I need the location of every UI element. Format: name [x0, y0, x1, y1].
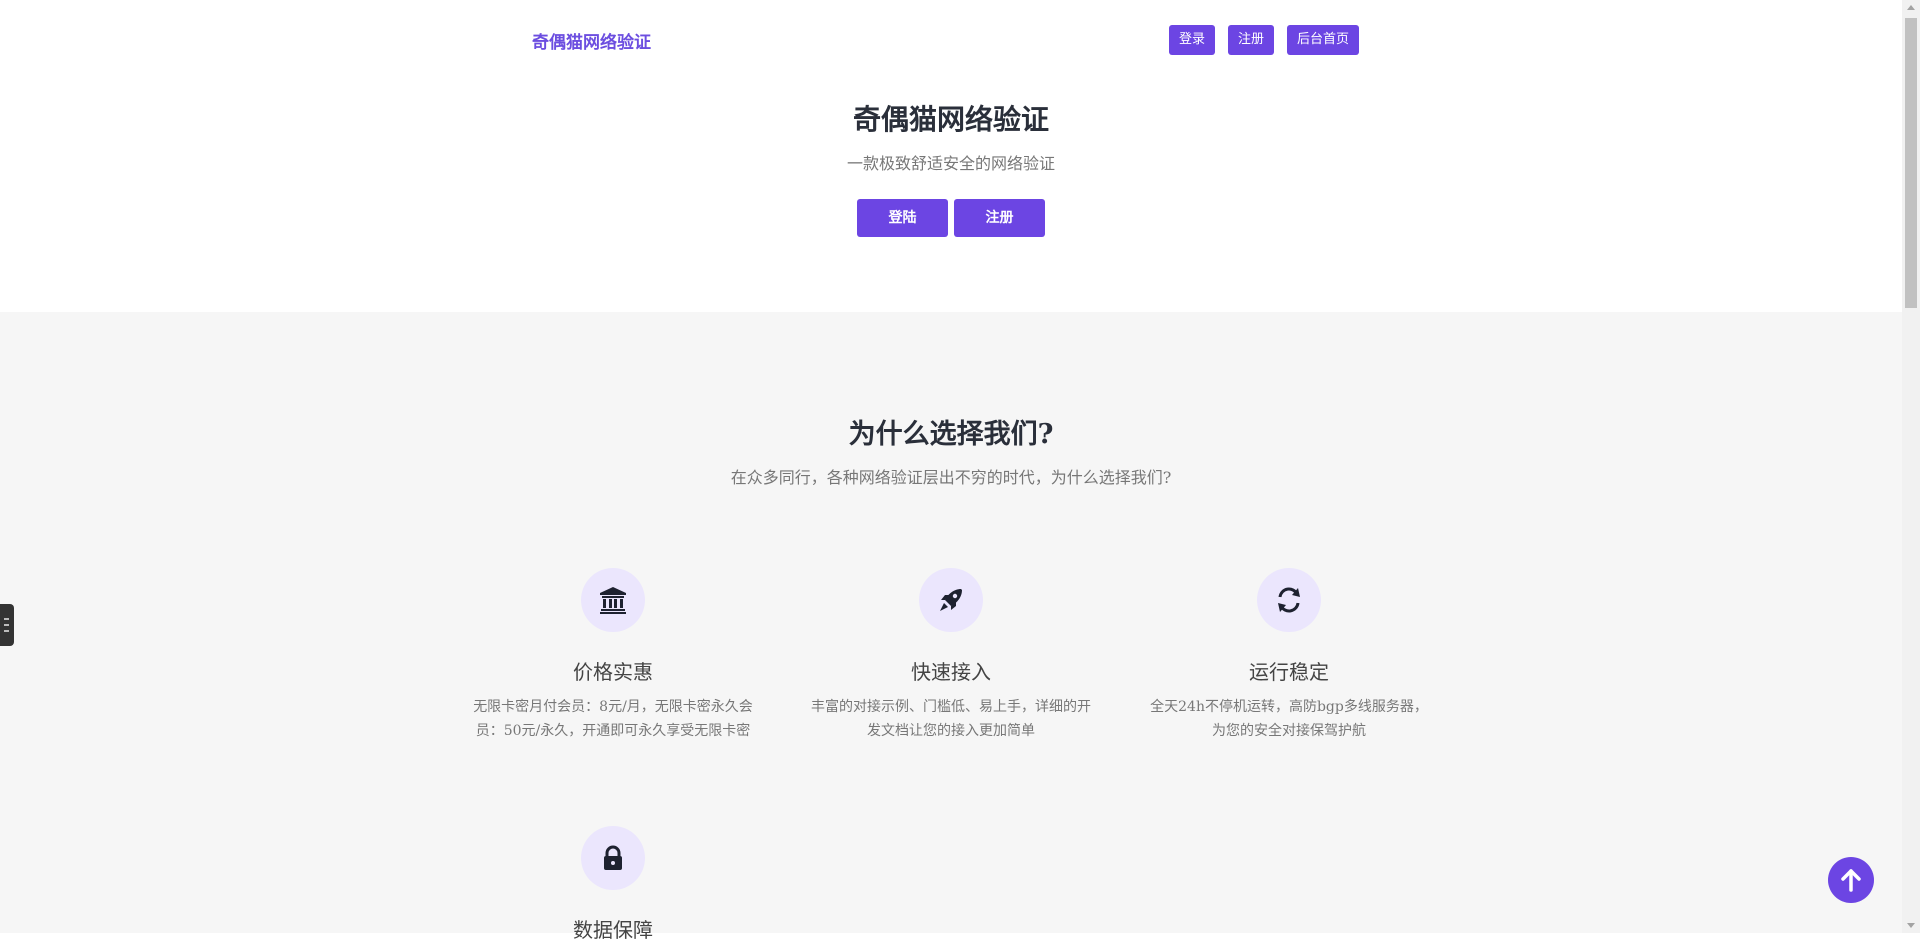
bank-icon — [581, 568, 645, 632]
scrollbar-thumb[interactable] — [1905, 18, 1917, 308]
feature-description: 丰富的对接示例、门槛低、易上手，详细的开发文档让您的接入更加简单 — [811, 699, 1091, 739]
hero-section: 奇偶猫网络验证 一款极致舒适安全的网络验证 登陆 注册 — [0, 80, 1902, 312]
feature-card-stable: 运行稳定 全天24h不停机运转，高防bgp多线服务器，为您的安全对接保驾护航 — [1144, 568, 1434, 743]
section-title: 为什么选择我们? — [848, 419, 1054, 450]
section-subtitle: 在众多同行，各种网络验证层出不穷的时代，为什么选择我们? — [730, 468, 1172, 487]
feature-card-data: 数据保障 — [468, 826, 758, 943]
feature-title: 快速接入 — [911, 660, 991, 684]
top-navbar: 奇偶猫网络验证 登录 注册 后台首页 — [0, 0, 1902, 80]
feature-card-fast: 快速接入 丰富的对接示例、门槛低、易上手，详细的开发文档让您的接入更加简单 — [806, 568, 1096, 743]
feature-description: 全天24h不停机运转，高防bgp多线服务器，为您的安全对接保驾护航 — [1150, 699, 1428, 739]
hero-subtitle: 一款极致舒适安全的网络验证 — [846, 154, 1055, 173]
hero-title: 奇偶猫网络验证 — [852, 103, 1049, 136]
side-toolbar-handle[interactable] — [0, 604, 14, 646]
brand-logo-text[interactable]: 奇偶猫网络验证 — [532, 28, 651, 53]
feature-description: 无限卡密月付会员：8元/月，无限卡密永久会员：50元/永久，开通即可永久享受无限… — [473, 699, 753, 739]
vertical-scrollbar[interactable] — [1902, 0, 1920, 933]
feature-title: 价格实惠 — [573, 660, 653, 684]
feature-title: 运行稳定 — [1249, 660, 1329, 684]
back-to-top-button[interactable] — [1828, 857, 1874, 903]
nav-login-button[interactable]: 登录 — [1169, 25, 1216, 55]
hero-register-button[interactable]: 注册 — [954, 199, 1045, 237]
nav-register-button[interactable]: 注册 — [1228, 25, 1275, 55]
rocket-icon — [919, 568, 983, 632]
why-choose-us-section: 为什么选择我们? 在众多同行，各种网络验证层出不穷的时代，为什么选择我们? 价格… — [0, 312, 1902, 942]
hero-login-button[interactable]: 登陆 — [857, 199, 948, 237]
refresh-icon — [1257, 568, 1321, 632]
lock-icon — [581, 826, 645, 890]
nav-admin-home-button[interactable]: 后台首页 — [1287, 25, 1360, 55]
feature-title: 数据保障 — [573, 918, 653, 942]
feature-card-price: 价格实惠 无限卡密月付会员：8元/月，无限卡密永久会员：50元/永久，开通即可永… — [468, 568, 758, 743]
arrow-up-icon — [1841, 869, 1861, 892]
scroll-down-arrow-icon[interactable] — [1907, 923, 1915, 928]
scroll-up-arrow-icon[interactable] — [1907, 5, 1915, 10]
